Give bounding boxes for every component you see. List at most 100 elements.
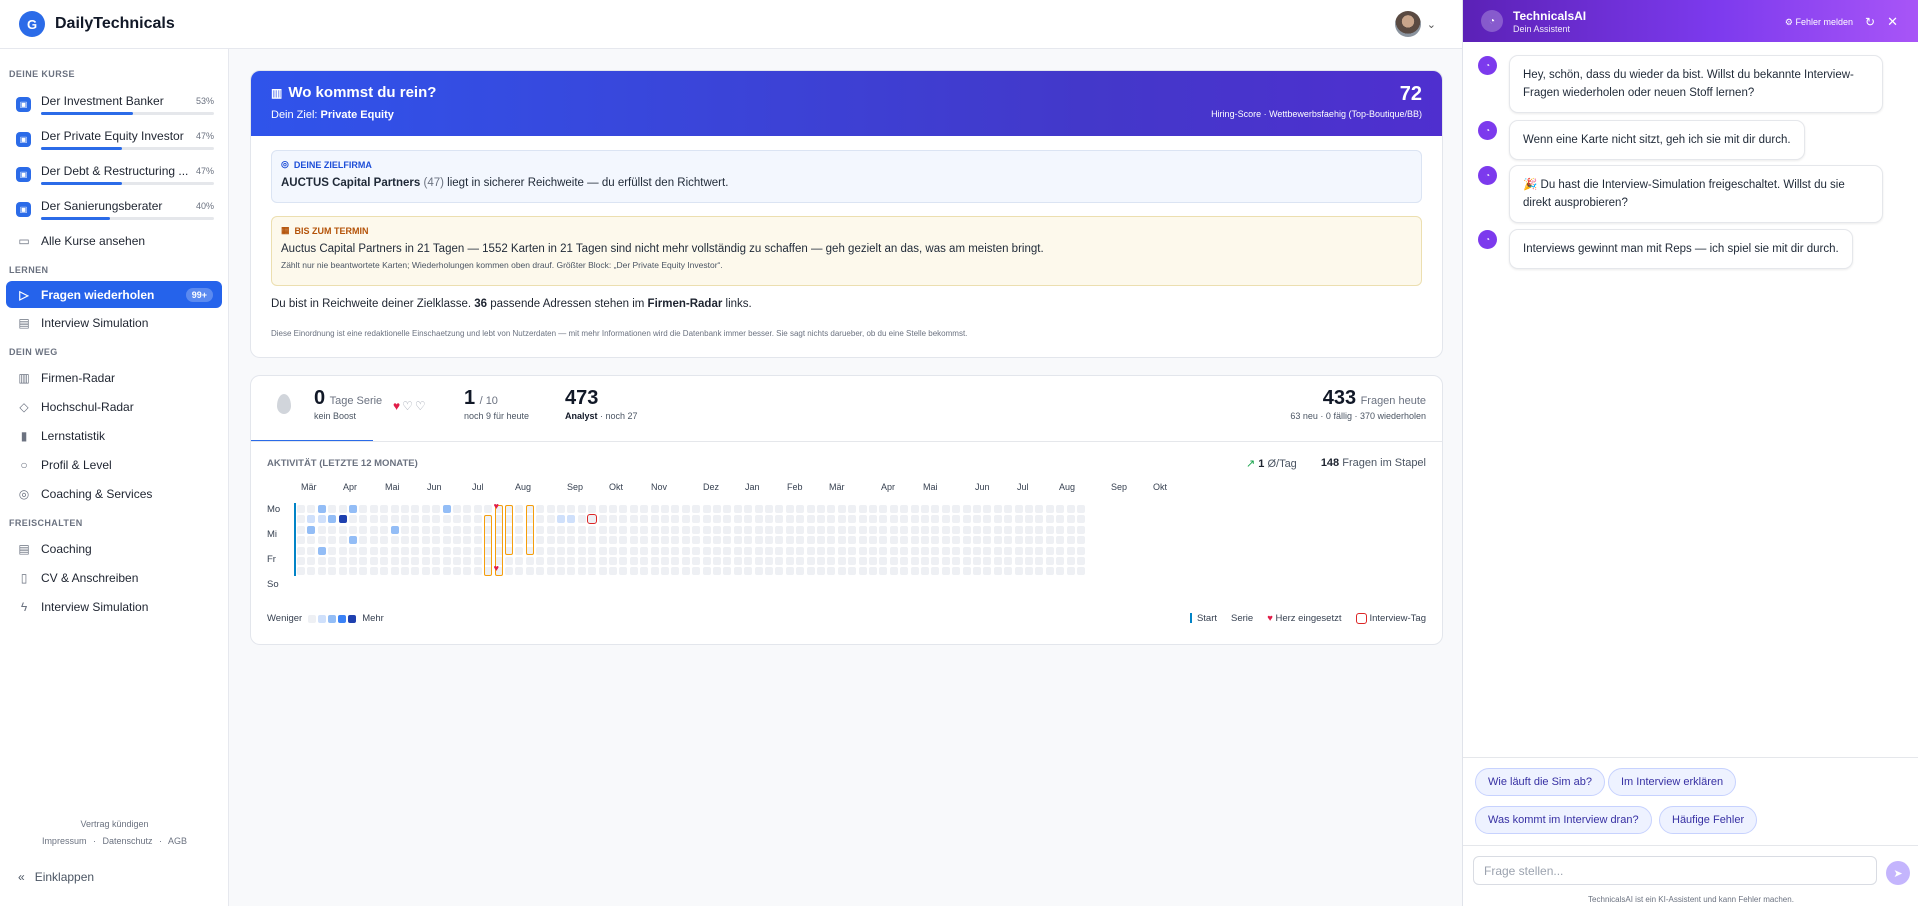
suggestion-chip[interactable]: Wie läuft die Sim ab? [1475, 768, 1605, 796]
course-item[interactable]: ▣ Der Debt & Restructuring ... 47% [6, 156, 222, 191]
activity-cell [421, 567, 430, 576]
chat-input[interactable]: Frage stellen... [1473, 856, 1877, 885]
bot-avatar-icon: ◔ [1478, 166, 1497, 185]
privacy-link[interactable]: Datenschutz [102, 836, 152, 846]
avatar[interactable] [1394, 11, 1421, 37]
section-path-heading: DEIN WEG [9, 347, 58, 357]
suggestion-chip[interactable]: Im Interview erklären [1608, 768, 1737, 796]
deadline-heading: ▦ BIS ZUM TERMIN [281, 225, 369, 236]
activity-cell [1025, 505, 1033, 513]
course-item[interactable]: ▣ Der Private Equity Investor 47% [6, 121, 222, 156]
activity-cell [1056, 525, 1065, 534]
heart-marker: ♥ [493, 563, 499, 574]
legend-scale [308, 614, 357, 623]
activity-cell [941, 567, 950, 576]
marker-legend: Start Serie ♥ Herz eingesetzt Interview-… [1189, 613, 1426, 624]
activity-cell [390, 515, 399, 524]
user-menu[interactable]: ⌄ [1394, 11, 1436, 37]
imprint-link[interactable]: Impressum [42, 836, 87, 846]
activity-cell [1025, 525, 1033, 534]
chevron-down-icon[interactable]: ⌄ [1427, 18, 1436, 31]
nav-interview-simulation[interactable]: ▤ Interview Simulation [6, 308, 222, 337]
nav-lernstatistik[interactable]: ▮ Lernstatistik [6, 421, 222, 450]
chat-message: ◔ Wenn eine Karte nicht sitzt, geh ich si… [1478, 120, 1805, 160]
suggestion-chip[interactable]: Häufige Fehler [1659, 806, 1758, 834]
nav-cv-anschreiben[interactable]: ▯ CV & Anschreiben [6, 563, 222, 592]
activity-cell [827, 567, 836, 576]
all-courses-link[interactable]: ▭ Alle Kurse ansehen [6, 226, 222, 255]
activity-cell [307, 567, 316, 576]
activity-cell [921, 557, 929, 565]
activity-cell [515, 567, 524, 576]
target-icon: ◎ [281, 159, 289, 169]
activity-cell [692, 567, 701, 576]
activity-cell [442, 505, 451, 513]
suggestion-chip[interactable]: Was kommt im Interview dran? [1475, 806, 1652, 834]
ai-disclaimer: TechnicalsAI ist ein KI-Assistent und ka… [1588, 895, 1794, 904]
activity-cell [577, 515, 586, 524]
refresh-icon[interactable]: ↻ [1865, 15, 1875, 29]
activity-cell [1077, 515, 1085, 524]
chat-header: ◔ TechnicalsAI Dein Assistent ⚙ Fehler m… [1463, 0, 1918, 42]
firmen-radar-link[interactable]: Firmen-Radar [648, 298, 723, 310]
activity-cell [775, 515, 784, 524]
disclaimer-note: Diese Einordnung ist eine redaktionelle … [271, 329, 968, 338]
legend-swatch [348, 614, 357, 623]
activity-cell [1045, 505, 1054, 513]
nav-firmen-radar[interactable]: ▥ Firmen-Radar [6, 363, 222, 392]
activity-cell [858, 536, 867, 545]
activity-cell [567, 525, 576, 534]
report-error-button[interactable]: ⚙ Fehler melden [1785, 17, 1853, 28]
activity-cell [338, 505, 347, 513]
activity-cell [463, 567, 472, 576]
nav-hochschul-radar[interactable]: ◇ Hochschul-Radar [6, 392, 222, 421]
activity-cell [1004, 567, 1013, 576]
activity-cell [557, 546, 565, 555]
course-item[interactable]: ▣ Der Sanierungsberater 40% [6, 191, 222, 226]
activity-cell [1004, 525, 1013, 534]
activity-cell [806, 505, 815, 513]
activity-cell [629, 505, 638, 513]
activity-cell [629, 557, 638, 565]
legend-swatch [318, 614, 327, 623]
nav-interview-simulation-unlock[interactable]: ϟ Interview Simulation [6, 592, 222, 621]
activity-cell [1014, 505, 1023, 513]
lifebuoy-icon: ◎ [18, 486, 30, 501]
terms-link[interactable]: AGB [168, 836, 187, 846]
course-icon: ▣ [16, 132, 31, 147]
month-label: Nov [651, 482, 668, 492]
nav-repeat-questions[interactable]: ▷ Fragen wiederholen 99+ [6, 281, 222, 308]
activity-cell [900, 515, 909, 524]
send-icon[interactable]: ➤ [1886, 861, 1910, 885]
activity-cell [702, 536, 711, 545]
activity-cell [806, 536, 815, 545]
activity-cell [515, 557, 524, 565]
activity-cell [671, 557, 680, 565]
collapse-sidebar-button[interactable]: « Einklappen [18, 870, 94, 884]
nav-coaching[interactable]: ▤ Coaching [6, 534, 222, 563]
lightning-icon: ϟ [20, 599, 28, 614]
close-icon[interactable]: ✕ [1887, 14, 1898, 30]
course-item[interactable]: ▣ Der Investment Banker 53% [6, 86, 222, 121]
activity-cell [827, 546, 836, 555]
activity-cell [869, 515, 877, 524]
nav-profil-level[interactable]: ○ Profil & Level [6, 450, 222, 479]
activity-cell [577, 546, 586, 555]
activity-cell [744, 515, 753, 524]
document-icon: ▯ [20, 570, 28, 585]
activity-cell [879, 505, 888, 513]
activity-cell [983, 505, 992, 513]
app-name: DailyTechnicals [55, 15, 175, 32]
activity-cell [733, 557, 742, 565]
cancel-contract-link[interactable]: Vertrag kündigen [0, 819, 229, 829]
activity-cell [723, 567, 732, 576]
activity-cell [962, 567, 971, 576]
nav-coaching-services[interactable]: ◎ Coaching & Services [6, 479, 222, 508]
activity-cell [557, 536, 565, 545]
activity-cell [713, 557, 721, 565]
activity-cell [858, 515, 867, 524]
app-logo[interactable]: G DailyTechnicals [19, 11, 175, 37]
activity-cell [546, 505, 555, 513]
activity-cell [1056, 557, 1065, 565]
activity-cell [702, 525, 711, 534]
